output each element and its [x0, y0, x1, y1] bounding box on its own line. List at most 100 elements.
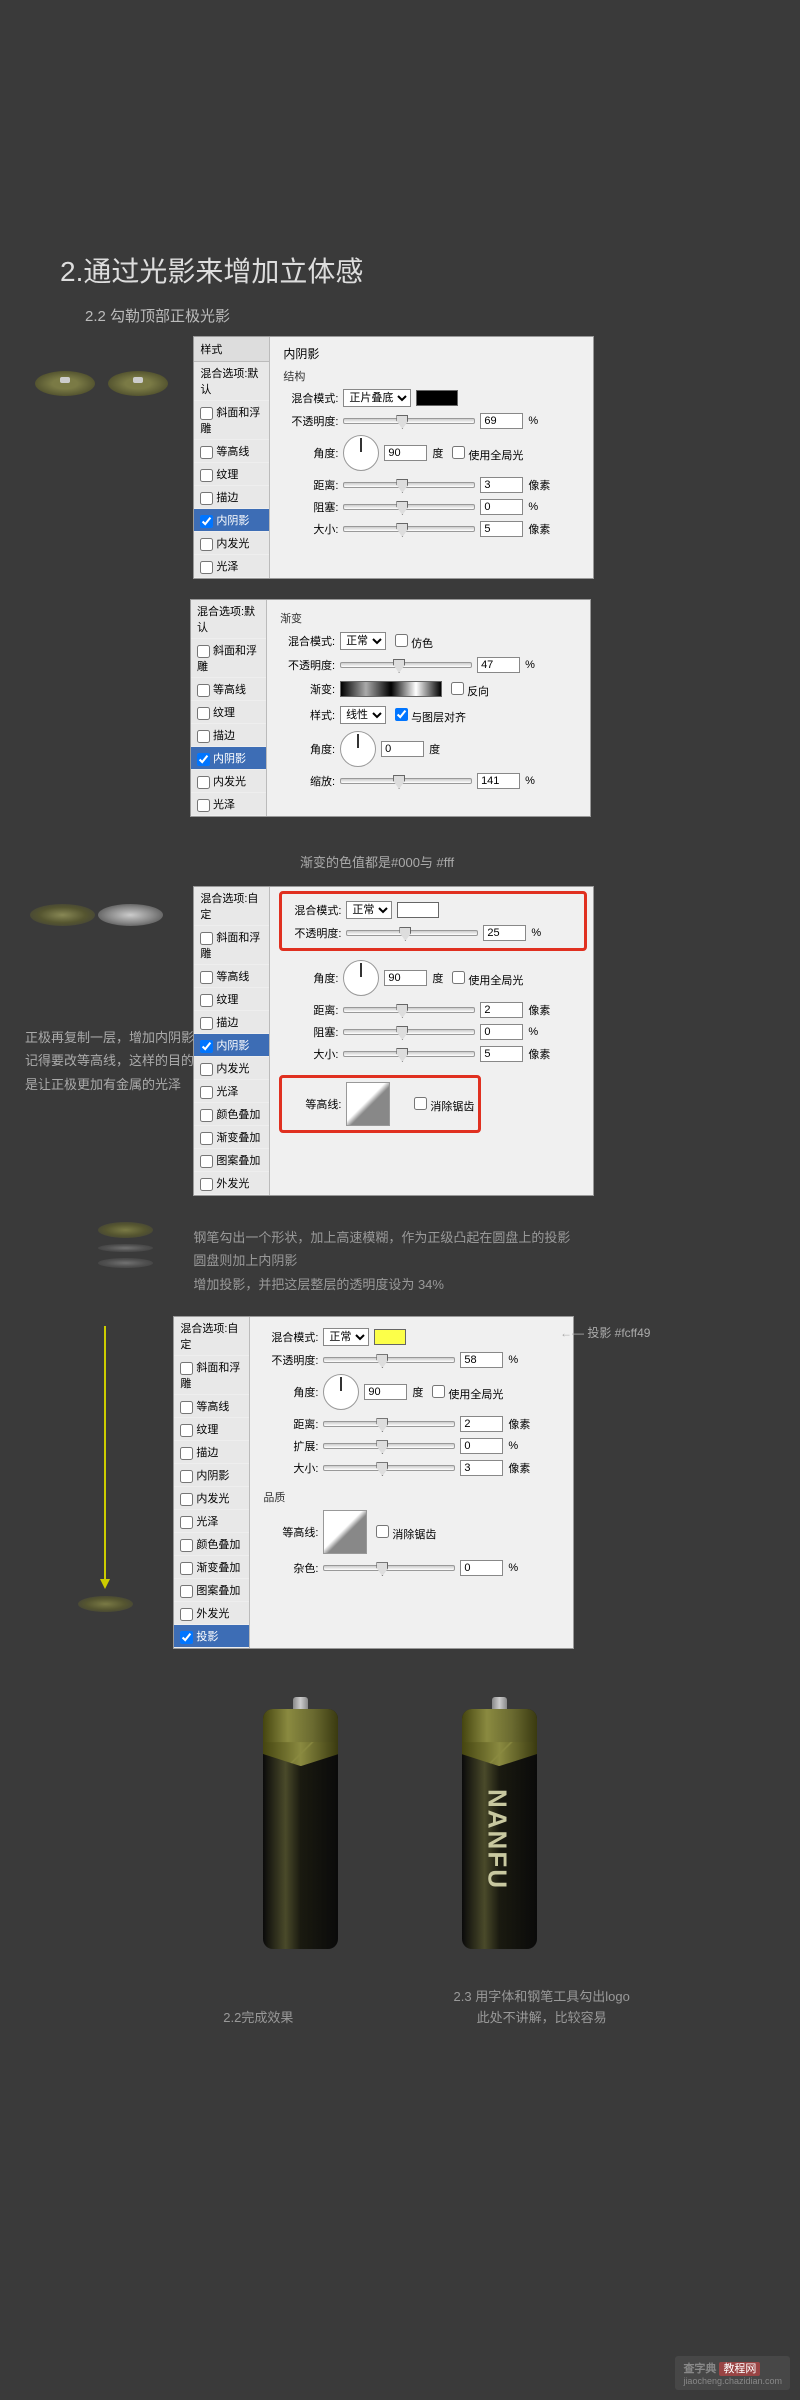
style-item-selected[interactable]: 投影 — [174, 1625, 249, 1648]
checkbox[interactable] — [200, 492, 213, 505]
slider[interactable] — [323, 1443, 455, 1449]
style-item[interactable]: 等高线 — [191, 678, 266, 701]
slider[interactable] — [343, 1051, 475, 1057]
angle-value[interactable]: 90 — [364, 1384, 407, 1400]
style-item[interactable]: 斜面和浮雕 — [194, 401, 269, 440]
choke-value[interactable]: 0 — [480, 1024, 523, 1040]
style-item[interactable]: 颜色叠加 — [174, 1533, 249, 1556]
style-item[interactable]: 纹理 — [191, 701, 266, 724]
color-swatch[interactable] — [416, 390, 458, 406]
global-light-check[interactable]: 使用全局光 — [428, 1382, 503, 1402]
color-swatch[interactable] — [397, 902, 439, 918]
style-item[interactable]: 斜面和浮雕 — [174, 1356, 249, 1395]
slider[interactable] — [343, 418, 475, 424]
slider[interactable] — [340, 662, 472, 668]
style-item[interactable]: 光泽 — [191, 793, 266, 816]
slider[interactable] — [323, 1421, 455, 1427]
slider[interactable] — [343, 1007, 475, 1013]
distance-value[interactable]: 2 — [460, 1416, 503, 1432]
opacity-value[interactable]: 47 — [477, 657, 520, 673]
style-item[interactable]: 等高线 — [194, 965, 269, 988]
style-item[interactable]: 内发光 — [174, 1487, 249, 1510]
checkbox[interactable] — [200, 407, 213, 420]
style-item-selected[interactable]: 内阴影 — [194, 1034, 269, 1057]
antialias-check[interactable]: 消除锯齿 — [410, 1094, 474, 1114]
style-item[interactable]: 内阴影 — [174, 1464, 249, 1487]
style-item[interactable]: 斜面和浮雕 — [194, 926, 269, 965]
size-value[interactable]: 3 — [460, 1460, 503, 1476]
slider[interactable] — [323, 1565, 455, 1571]
style-item-selected[interactable]: 内阴影 — [191, 747, 266, 770]
slider[interactable] — [346, 930, 478, 936]
blend-options[interactable]: 混合选项:自定 — [194, 887, 269, 926]
noise-value[interactable]: 0 — [460, 1560, 503, 1576]
style-item-selected[interactable]: 内阴影 — [194, 509, 269, 532]
style-item[interactable]: 纹理 — [174, 1418, 249, 1441]
angle-value[interactable]: 90 — [384, 970, 427, 986]
style-item[interactable]: 图案叠加 — [174, 1579, 249, 1602]
opacity-value[interactable]: 25 — [483, 925, 526, 941]
style-item[interactable]: 内发光 — [191, 770, 266, 793]
dither-check[interactable]: 仿色 — [391, 631, 433, 651]
style-item[interactable]: 描边 — [174, 1441, 249, 1464]
style-item[interactable]: 等高线 — [194, 440, 269, 463]
gradient-swatch[interactable] — [340, 681, 442, 697]
checkbox[interactable] — [200, 538, 213, 551]
global-light-check[interactable]: 使用全局光 — [448, 443, 523, 463]
slider[interactable] — [343, 504, 475, 510]
scale-value[interactable]: 141 — [477, 773, 520, 789]
blend-mode-select[interactable]: 正常 — [340, 632, 386, 650]
distance-value[interactable]: 2 — [480, 1002, 523, 1018]
style-item[interactable]: 斜面和浮雕 — [191, 639, 266, 678]
style-item[interactable]: 内发光 — [194, 1057, 269, 1080]
style-item[interactable]: 光泽 — [194, 1080, 269, 1103]
blend-options[interactable]: 混合选项:自定 — [174, 1317, 249, 1356]
opacity-value[interactable]: 69 — [480, 413, 523, 429]
checkbox[interactable] — [200, 561, 213, 574]
style-item[interactable]: 外发光 — [194, 1172, 269, 1195]
style-item[interactable]: 内发光 — [194, 532, 269, 555]
style-item[interactable]: 图案叠加 — [194, 1149, 269, 1172]
style-item[interactable]: 光泽 — [174, 1510, 249, 1533]
style-item[interactable]: 外发光 — [174, 1602, 249, 1625]
choke-value[interactable]: 0 — [480, 499, 523, 515]
angle-value[interactable]: 90 — [384, 445, 427, 461]
align-check[interactable]: 与图层对齐 — [391, 705, 466, 725]
blend-mode-select[interactable]: 正片叠底 — [343, 389, 411, 407]
style-item[interactable]: 渐变叠加 — [174, 1556, 249, 1579]
style-select[interactable]: 线性 — [340, 706, 386, 724]
opacity-value[interactable]: 58 — [460, 1352, 503, 1368]
color-swatch-yellow[interactable] — [374, 1329, 406, 1345]
style-item[interactable]: 描边 — [194, 1011, 269, 1034]
distance-value[interactable]: 3 — [480, 477, 523, 493]
style-item[interactable]: 描边 — [191, 724, 266, 747]
checkbox[interactable] — [200, 469, 213, 482]
angle-value[interactable]: 0 — [381, 741, 424, 757]
spread-value[interactable]: 0 — [460, 1438, 503, 1454]
style-item[interactable]: 描边 — [194, 486, 269, 509]
slider[interactable] — [343, 1029, 475, 1035]
angle-dial[interactable] — [343, 435, 379, 471]
blend-options[interactable]: 混合选项:默认 — [194, 362, 269, 401]
slider[interactable] — [340, 778, 472, 784]
style-item[interactable]: 光泽 — [194, 555, 269, 578]
angle-dial[interactable] — [340, 731, 376, 767]
slider[interactable] — [343, 526, 475, 532]
antialias-check[interactable]: 消除锯齿 — [372, 1522, 436, 1542]
global-light-check[interactable]: 使用全局光 — [448, 968, 523, 988]
style-item[interactable]: 纹理 — [194, 463, 269, 486]
blend-mode-select[interactable]: 正常 — [323, 1328, 369, 1346]
style-item[interactable]: 渐变叠加 — [194, 1126, 269, 1149]
style-item[interactable]: 颜色叠加 — [194, 1103, 269, 1126]
size-value[interactable]: 5 — [480, 1046, 523, 1062]
style-item[interactable]: 纹理 — [194, 988, 269, 1011]
slider[interactable] — [323, 1357, 455, 1363]
slider[interactable] — [343, 482, 475, 488]
angle-dial[interactable] — [323, 1374, 359, 1410]
contour-curve[interactable] — [346, 1082, 390, 1126]
size-value[interactable]: 5 — [480, 521, 523, 537]
slider[interactable] — [323, 1465, 455, 1471]
blend-options[interactable]: 混合选项:默认 — [191, 600, 266, 639]
checkbox[interactable] — [200, 446, 213, 459]
angle-dial[interactable] — [343, 960, 379, 996]
